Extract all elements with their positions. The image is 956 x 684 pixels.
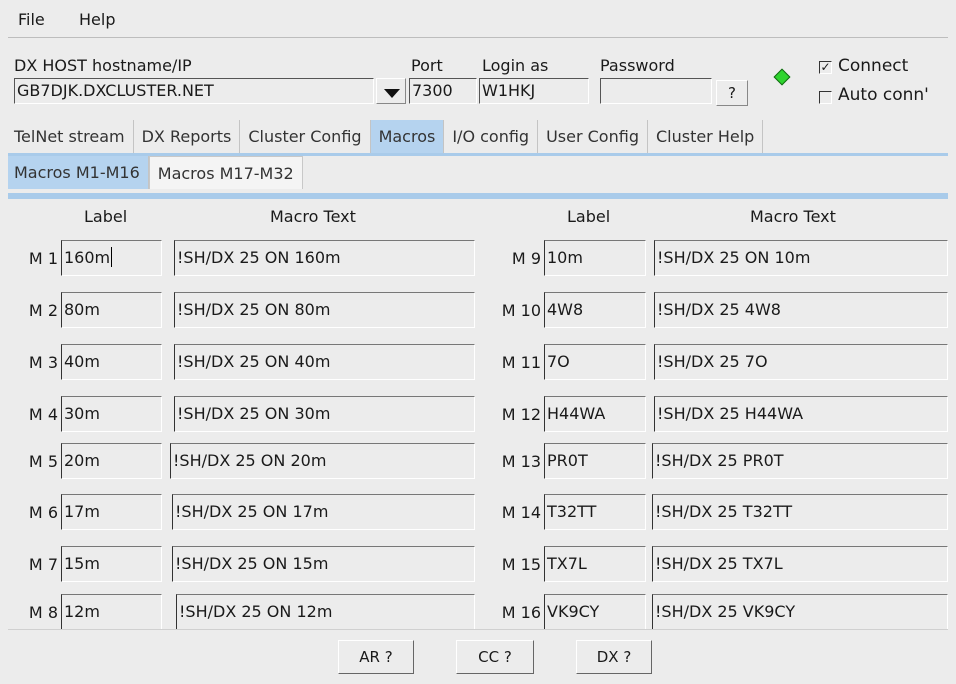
macro-text-field[interactable]: !SH/DX 25 ON 10m xyxy=(654,240,948,276)
menu-divider xyxy=(8,37,948,38)
tab-telnet-stream[interactable]: TelNet stream xyxy=(8,120,134,153)
macro-text-field[interactable]: !SH/DX 25 ON 40m xyxy=(174,344,475,380)
macro-id: M 8 xyxy=(28,603,58,622)
macro-id: M 16 xyxy=(501,603,541,622)
password-label: Password xyxy=(600,56,675,75)
macro-text-field[interactable]: !SH/DX 25 4W8 xyxy=(654,292,948,328)
right-label-header: Label xyxy=(567,207,611,226)
macro-text-field[interactable]: !SH/DX 25 ON 15m xyxy=(172,546,475,582)
macro-label-value: 160m xyxy=(64,248,111,267)
macro-label-field[interactable]: 80m xyxy=(61,292,162,328)
tab-user-config[interactable]: User Config xyxy=(538,120,648,153)
tab-macros[interactable]: Macros xyxy=(370,120,445,153)
footer-divider xyxy=(8,629,948,630)
subtab-macros-m1-m16[interactable]: Macros M1-M16 xyxy=(8,156,149,189)
menu-help[interactable]: Help xyxy=(79,10,115,29)
macro-text-field[interactable]: !SH/DX 25 H44WA xyxy=(654,396,948,432)
tab-io-config[interactable]: I/O config xyxy=(444,120,539,153)
macro-id: M 14 xyxy=(501,503,541,522)
hostname-field[interactable]: GB7DJK.DXCLUSTER.NET xyxy=(14,78,374,104)
auto-connect-checkbox[interactable] xyxy=(819,91,832,104)
hostname-label: DX HOST hostname/IP xyxy=(14,56,192,75)
dx-button[interactable]: DX ? xyxy=(576,640,652,674)
macro-label-field[interactable]: 12m xyxy=(61,594,162,630)
macro-id: M 11 xyxy=(501,353,541,372)
macro-text-field[interactable]: !SH/DX 25 7O xyxy=(654,344,948,380)
macro-label-field[interactable]: T32TT xyxy=(544,494,646,530)
checkmark-icon: ✓ xyxy=(820,60,831,74)
ar-button[interactable]: AR ? xyxy=(338,640,414,674)
macro-text-field[interactable]: !SH/DX 25 TX7L xyxy=(652,546,948,582)
macro-label-field[interactable]: 10m xyxy=(544,240,646,276)
macro-id: M 1 xyxy=(28,249,58,268)
macro-label-field[interactable]: 160m xyxy=(61,240,162,276)
subtab-macros-m17-m32[interactable]: Macros M17-M32 xyxy=(148,156,303,189)
left-label-header: Label xyxy=(84,207,128,226)
menu-bar: File Help xyxy=(0,0,956,38)
tab-dx-reports[interactable]: DX Reports xyxy=(133,120,241,153)
menu-file[interactable]: File xyxy=(18,10,45,29)
connect-checkbox[interactable]: ✓ xyxy=(819,61,832,74)
macro-label-field[interactable]: 4W8 xyxy=(544,292,646,328)
macro-subtabs: Macros M1-M16 Macros M17-M32 xyxy=(8,156,303,189)
tab-cluster-config[interactable]: Cluster Config xyxy=(240,120,371,153)
tab-cluster-help[interactable]: Cluster Help xyxy=(647,120,764,153)
macro-label-field[interactable]: 40m xyxy=(61,344,162,380)
macro-id: M 15 xyxy=(501,555,541,574)
macro-label-field[interactable]: 30m xyxy=(61,396,162,432)
macro-id: M 13 xyxy=(501,452,541,471)
macro-text-field[interactable]: !SH/DX 25 ON 30m xyxy=(174,396,475,432)
macro-text-field[interactable]: !SH/DX 25 ON 160m xyxy=(174,240,475,276)
macro-label-field[interactable]: VK9CY xyxy=(544,594,646,630)
help-button[interactable]: ? xyxy=(716,80,748,106)
cc-button[interactable]: CC ? xyxy=(456,640,534,674)
port-label: Port xyxy=(411,56,443,75)
macro-text-field[interactable]: !SH/DX 25 ON 12m xyxy=(176,594,475,630)
macro-id: M 7 xyxy=(28,555,58,574)
macro-label-field[interactable]: H44WA xyxy=(544,396,646,432)
macro-id: M 4 xyxy=(28,405,58,424)
macro-label-field[interactable]: 20m xyxy=(61,443,162,479)
macro-id: M 9 xyxy=(511,249,541,268)
macro-label-field[interactable]: 7O xyxy=(544,344,646,380)
right-text-header: Macro Text xyxy=(750,207,836,226)
left-text-header: Macro Text xyxy=(270,207,356,226)
macro-label-field[interactable]: PR0T xyxy=(544,443,646,479)
login-label: Login as xyxy=(482,56,549,75)
macro-id: M 5 xyxy=(28,452,58,471)
macro-label-field[interactable]: TX7L xyxy=(544,546,646,582)
macro-text-field[interactable]: !SH/DX 25 T32TT xyxy=(652,494,948,530)
macro-text-field[interactable]: !SH/DX 25 ON 17m xyxy=(172,494,475,530)
auto-connect-label: Auto conn' xyxy=(838,85,929,105)
macro-text-field[interactable]: !SH/DX 25 PR0T xyxy=(652,443,948,479)
connect-label: Connect xyxy=(838,56,909,76)
password-field[interactable] xyxy=(600,78,712,104)
status-led-icon xyxy=(773,68,791,86)
macro-id: M 10 xyxy=(501,301,541,320)
macro-label-field[interactable]: 17m xyxy=(61,494,162,530)
macro-id: M 6 xyxy=(28,503,58,522)
macro-id: M 12 xyxy=(501,405,541,424)
macro-id: M 3 xyxy=(28,353,58,372)
hostname-dropdown-icon[interactable] xyxy=(376,78,406,104)
macro-id: M 2 xyxy=(28,301,58,320)
text-caret xyxy=(111,247,113,267)
main-tabs: TelNet stream DX Reports Cluster Config … xyxy=(8,120,764,153)
macro-text-field[interactable]: !SH/DX 25 VK9CY xyxy=(652,594,948,630)
macro-text-field[interactable]: !SH/DX 25 ON 80m xyxy=(174,292,475,328)
login-field[interactable]: W1HKJ xyxy=(479,78,589,104)
port-field[interactable]: 7300 xyxy=(409,78,477,104)
macro-label-field[interactable]: 15m xyxy=(61,546,162,582)
macro-text-field[interactable]: !SH/DX 25 ON 20m xyxy=(170,443,475,479)
